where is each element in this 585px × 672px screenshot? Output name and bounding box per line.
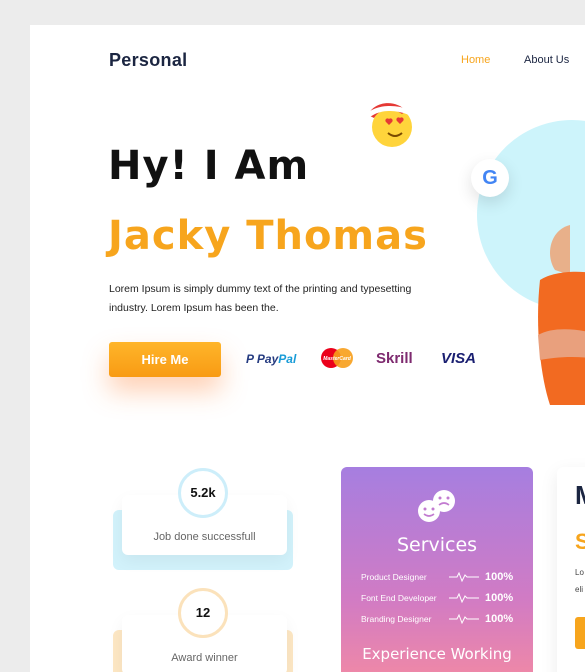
paypal-mark-icon: P [246, 352, 257, 366]
services-card[interactable]: Services Product Designer 100% Font End … [341, 467, 533, 672]
page: Personal Home About Us G Hy! I Am Jacky … [30, 25, 585, 672]
google-icon: G [471, 159, 509, 197]
about-card-heading: M [575, 480, 585, 511]
mastercard-logo: MasterCard [319, 347, 355, 369]
stat-value-awards: 12 [178, 588, 228, 638]
about-card-button[interactable] [575, 617, 585, 649]
services-title: Services [396, 534, 478, 556]
pulse-icon [449, 593, 479, 603]
service-row: Branding Designer 100% [361, 613, 514, 625]
hero-name: Jacky Thomas [108, 213, 428, 259]
nav-about-us[interactable]: About Us [524, 54, 569, 66]
svg-text:MasterCard: MasterCard [323, 356, 351, 362]
about-card-subheading: S [575, 529, 585, 554]
hero-description: Lorem Ipsum is simply dummy text of the … [109, 283, 412, 314]
pulse-icon [449, 614, 479, 624]
visa-logo: VISA [441, 350, 477, 367]
nav-home[interactable]: Home [461, 54, 490, 66]
experience-working-title: Experience Working [362, 645, 512, 663]
service-row: Product Designer 100% [361, 571, 514, 583]
mastercard-icon: MasterCard [321, 348, 353, 368]
stat-value-jobs: 5.2k [178, 468, 228, 518]
paypal-logo: P PayPal [246, 352, 297, 366]
pulse-icon [449, 572, 479, 582]
site-logo[interactable]: Personal [109, 50, 187, 71]
skrill-logo: Skrill [376, 350, 413, 367]
hero-greeting: Hy! I Am [108, 143, 310, 189]
stat-label-jobs: Job done successfull [153, 531, 256, 543]
person-illustration [538, 225, 585, 405]
smiley-faces-icon [418, 490, 455, 522]
about-card-text: Lo [575, 568, 584, 577]
service-row: Font End Developer 100% [361, 592, 514, 604]
stat-label-awards: Award winner [171, 652, 238, 664]
about-card-partial: M S Lo eli [557, 467, 585, 672]
hire-me-button[interactable]: Hire Me [109, 342, 221, 377]
santa-emoji-icon [362, 103, 412, 147]
about-card-text: eli [575, 585, 584, 594]
